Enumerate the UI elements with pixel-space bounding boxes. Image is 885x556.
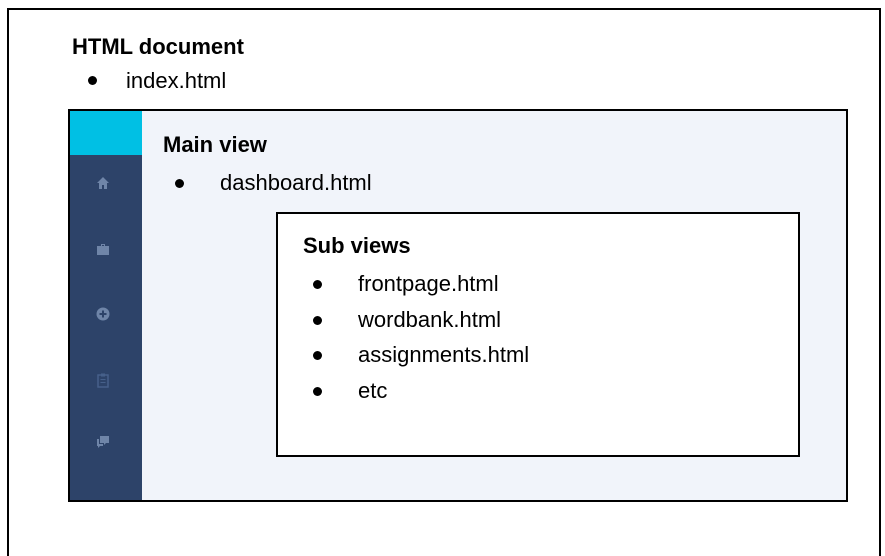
chat-icon xyxy=(97,436,109,448)
clipboard-icon xyxy=(97,373,109,388)
sub-views-title: Sub views xyxy=(303,233,411,258)
bullet-marker xyxy=(313,280,322,289)
add-circle-icon xyxy=(96,307,110,321)
html-document-title: HTML document xyxy=(72,34,244,59)
sub-view-file: etc xyxy=(358,378,388,403)
main-view-file: dashboard.html xyxy=(220,170,372,195)
sub-view-file: wordbank.html xyxy=(358,307,502,332)
sub-view-file: assignments.html xyxy=(358,342,530,367)
bullet-marker xyxy=(175,179,184,188)
bullet-marker xyxy=(313,316,322,325)
bullet-marker xyxy=(313,387,322,396)
main-view-title: Main view xyxy=(163,132,267,157)
dashboard-sidebar xyxy=(70,111,142,500)
sidebar-accent-bar xyxy=(70,111,142,155)
bullet-marker xyxy=(88,76,97,85)
bullet-marker xyxy=(313,351,322,360)
sub-view-file: frontpage.html xyxy=(358,271,499,296)
briefcase-icon xyxy=(97,244,109,255)
home-icon xyxy=(97,177,109,189)
html-document-file: index.html xyxy=(126,68,227,93)
